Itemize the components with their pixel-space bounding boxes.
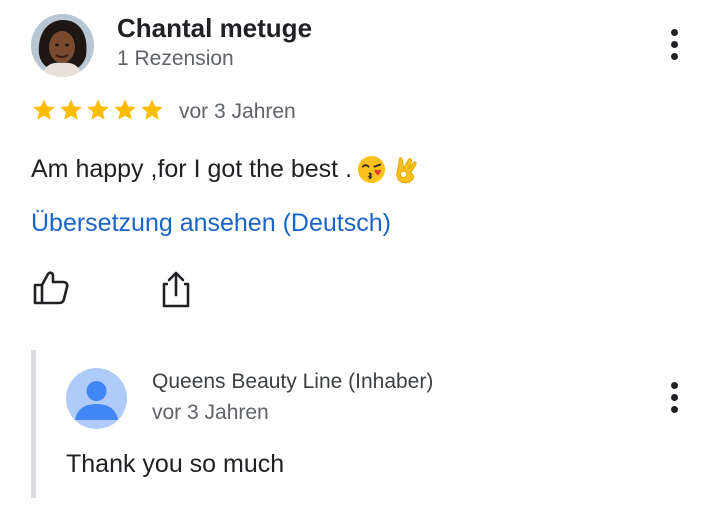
reply-divider (31, 350, 36, 498)
thumbs-up-icon[interactable] (31, 268, 71, 308)
reply-date: vor 3 Jahren (152, 401, 269, 424)
review-date: vor 3 Jahren (179, 100, 296, 123)
reviewer-name[interactable]: Chantal metuge (117, 13, 312, 44)
person-icon (75, 381, 118, 420)
kissing-face-emoji (357, 155, 386, 184)
more-vert-icon[interactable] (662, 377, 686, 417)
star-icon (60, 99, 82, 120)
review-text-content: Am happy ,for I got the best . (31, 155, 353, 183)
share-icon[interactable] (156, 270, 196, 310)
reviewer-avatar[interactable] (31, 14, 94, 77)
ok-hand-emoji (396, 157, 417, 184)
star-icon (87, 99, 109, 120)
star-icon (33, 99, 55, 120)
star-icon (114, 99, 136, 120)
owner-name: Queens Beauty Line (Inhaber) (152, 370, 434, 393)
more-vert-icon[interactable] (662, 24, 686, 64)
translate-link[interactable]: Übersetzung ansehen (Deutsch) (31, 209, 391, 238)
owner-avatar (66, 368, 127, 429)
reviewer-review-count: 1 Rezension (117, 47, 234, 70)
reply-text: Thank you so much (66, 450, 285, 478)
star-rating (31, 97, 165, 123)
star-icon (141, 99, 163, 120)
review-text: Am happy ,for I got the best . (31, 154, 422, 185)
reviewer-photo (31, 14, 94, 77)
